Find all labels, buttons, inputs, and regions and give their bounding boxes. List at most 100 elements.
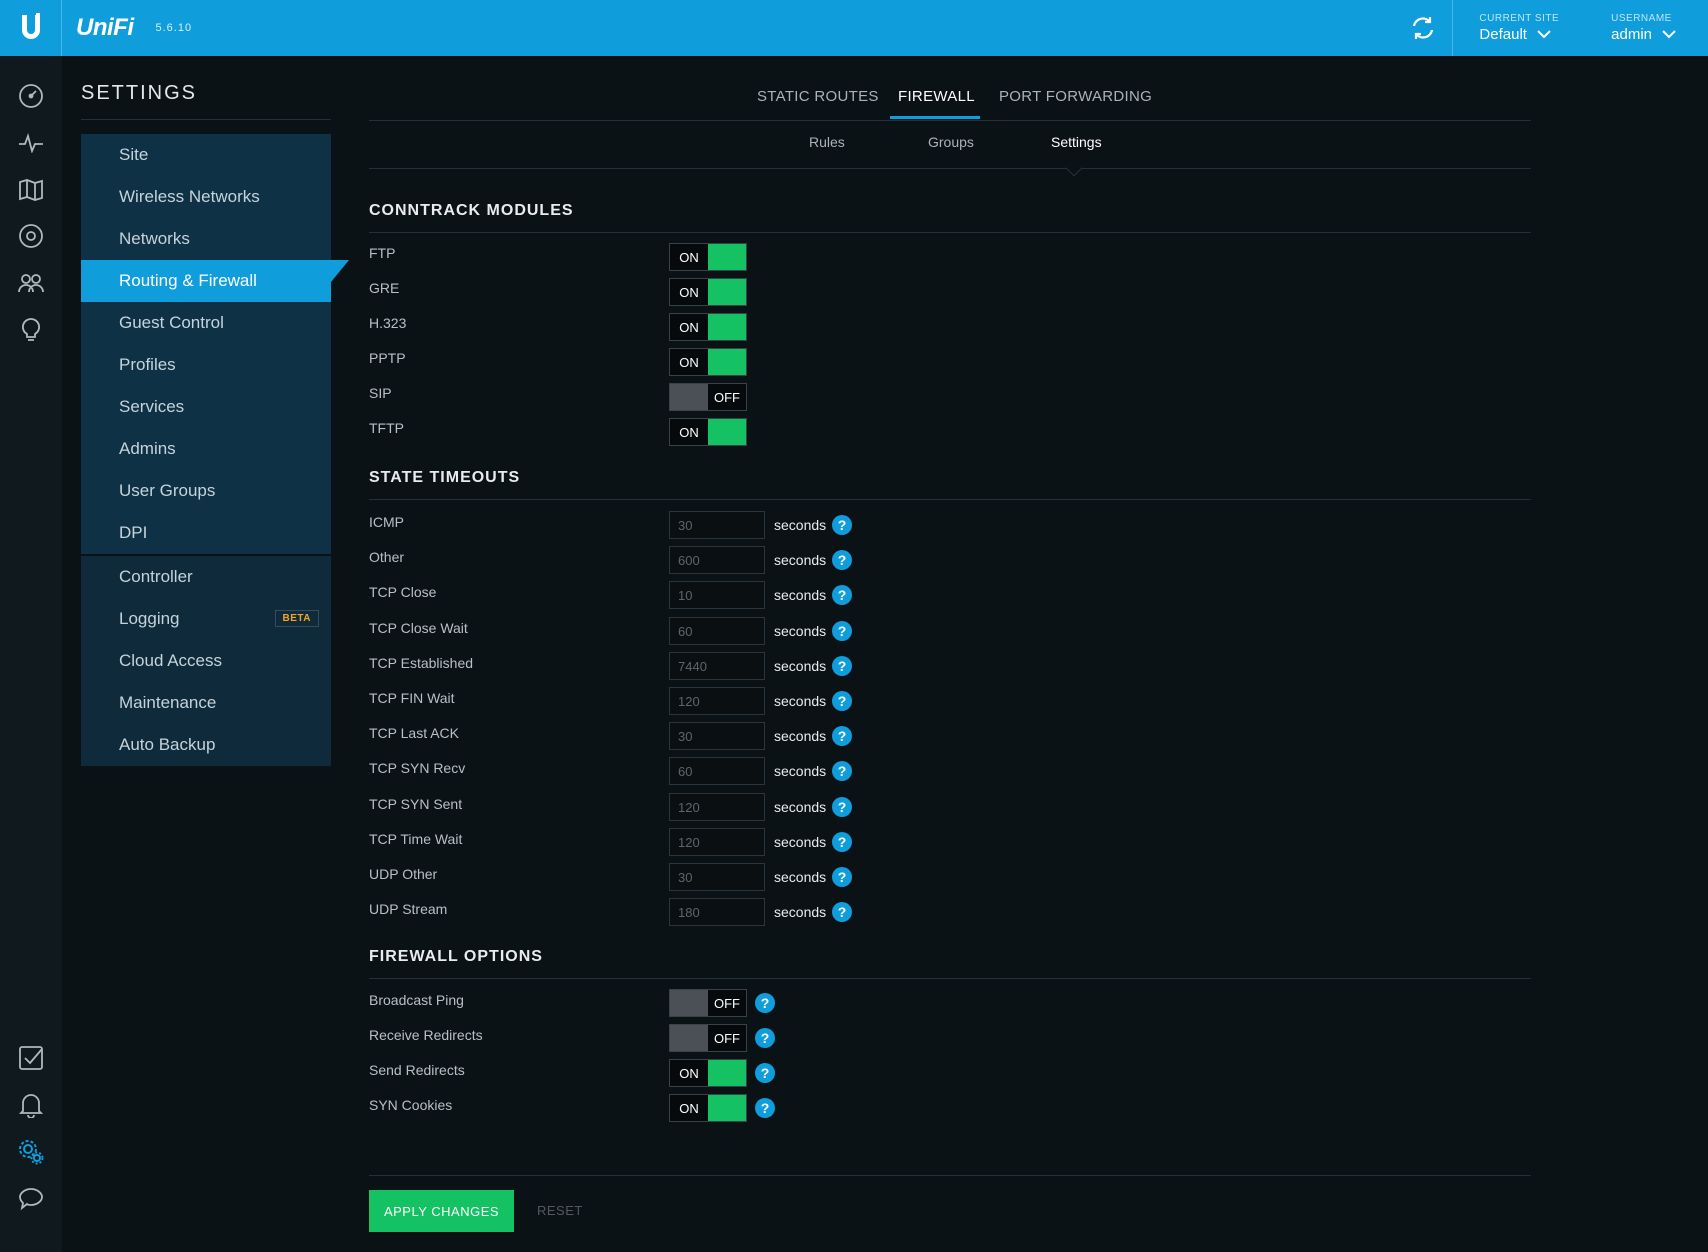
help-icon[interactable]: ?	[832, 585, 852, 605]
timeout-input[interactable]: 600	[669, 546, 765, 574]
conntrack-pptp-toggle[interactable]: ON	[669, 348, 747, 376]
help-icon[interactable]: ?	[832, 726, 852, 746]
nav-item-networks[interactable]: Networks	[81, 218, 331, 260]
tab-port-forwarding[interactable]: PORT FORWARDING	[999, 88, 1152, 105]
unit-label: seconds	[774, 834, 827, 850]
nav-item-admins[interactable]: Admins	[81, 428, 331, 470]
toggle-knob	[670, 384, 708, 410]
help-icon[interactable]: ?	[832, 867, 852, 887]
receive-redirects-toggle[interactable]: OFF	[669, 1024, 747, 1052]
timeout-label: TCP Close Wait	[369, 620, 468, 636]
settings-nav-group-controller: Controller Logging BETA Cloud Access Mai…	[81, 556, 331, 766]
timeout-input[interactable]: 120	[669, 793, 765, 821]
subtab-settings[interactable]: Settings	[1051, 134, 1102, 150]
nav-item-wireless-networks[interactable]: Wireless Networks	[81, 176, 331, 218]
nav-item-auto-backup[interactable]: Auto Backup	[81, 724, 331, 766]
help-icon[interactable]: ?	[832, 550, 852, 570]
apply-changes-button[interactable]: APPLY CHANGES	[369, 1190, 514, 1232]
help-icon[interactable]: ?	[832, 515, 852, 535]
firewall-option-label: SYN Cookies	[369, 1097, 453, 1113]
firewall-option-label: Receive Redirects	[369, 1027, 483, 1043]
current-site-selector[interactable]: CURRENT SITE Default	[1453, 0, 1585, 56]
firewall-option-label: Broadcast Ping	[369, 992, 464, 1008]
toggle-state: ON	[679, 249, 699, 265]
statistics-icon[interactable]	[17, 129, 45, 157]
help-icon[interactable]: ?	[832, 691, 852, 711]
alerts-icon[interactable]	[17, 1091, 45, 1119]
tab-static-routes[interactable]: STATIC ROUTES	[757, 88, 879, 105]
syn-cookies-toggle[interactable]: ON	[669, 1094, 747, 1122]
ubiquiti-logo-icon[interactable]	[0, 0, 62, 56]
toggle-knob	[708, 1060, 746, 1086]
settings-nav-group-site: Site Wireless Networks Networks Routing …	[81, 134, 331, 554]
help-icon[interactable]: ?	[755, 1063, 775, 1083]
help-icon[interactable]: ?	[832, 832, 852, 852]
conntrack-h323-toggle[interactable]: ON	[669, 313, 747, 341]
events-icon[interactable]	[17, 1044, 45, 1072]
conntrack-label: TFTP	[369, 420, 404, 436]
timeout-input[interactable]: 30	[669, 722, 765, 750]
timeout-input[interactable]: 60	[669, 757, 765, 785]
nav-item-dpi[interactable]: DPI	[81, 512, 331, 554]
insights-icon[interactable]	[17, 316, 45, 344]
version-label: 5.6.10	[155, 22, 193, 34]
timeout-input[interactable]: 180	[669, 898, 765, 926]
devices-icon[interactable]	[17, 222, 45, 250]
conntrack-ftp-toggle[interactable]: ON	[669, 243, 747, 271]
timeout-label: TCP SYN Recv	[369, 760, 466, 776]
toggle-state: OFF	[714, 995, 740, 1011]
help-icon[interactable]: ?	[832, 902, 852, 922]
timeout-input[interactable]: 7440	[669, 652, 765, 680]
nav-item-profiles[interactable]: Profiles	[81, 344, 331, 386]
nav-item-services[interactable]: Services	[81, 386, 331, 428]
refresh-icon[interactable]	[1393, 0, 1454, 56]
nav-item-user-groups[interactable]: User Groups	[81, 470, 331, 512]
reset-button[interactable]: RESET	[537, 1203, 583, 1218]
nav-item-maintenance[interactable]: Maintenance	[81, 682, 331, 724]
broadcast-ping-toggle[interactable]: OFF	[669, 989, 747, 1017]
nav-item-site[interactable]: Site	[81, 134, 331, 176]
map-icon[interactable]	[17, 176, 45, 204]
conntrack-gre-toggle[interactable]: ON	[669, 278, 747, 306]
username-selector[interactable]: USERNAME admin	[1585, 0, 1708, 56]
timeout-input[interactable]: 120	[669, 828, 765, 856]
unit-label: seconds	[774, 869, 827, 885]
timeout-input[interactable]: 30	[669, 863, 765, 891]
settings-icon[interactable]	[17, 1138, 45, 1166]
tab-firewall[interactable]: FIREWALL	[898, 88, 975, 105]
nav-item-guest-control[interactable]: Guest Control	[81, 302, 331, 344]
toggle-knob	[670, 990, 708, 1016]
nav-item-logging[interactable]: Logging BETA	[81, 598, 331, 640]
help-icon[interactable]: ?	[832, 797, 852, 817]
help-icon[interactable]: ?	[832, 761, 852, 781]
conntrack-sip-toggle[interactable]: OFF	[669, 383, 747, 411]
help-icon[interactable]: ?	[832, 621, 852, 641]
conntrack-label: GRE	[369, 280, 400, 296]
help-icon[interactable]: ?	[755, 1098, 775, 1118]
chevron-down-icon	[1662, 30, 1676, 39]
dashboard-icon[interactable]	[17, 82, 45, 110]
chat-icon[interactable]	[17, 1185, 45, 1213]
timeout-input[interactable]: 60	[669, 617, 765, 645]
help-icon[interactable]: ?	[832, 656, 852, 676]
nav-item-cloud-access[interactable]: Cloud Access	[81, 640, 331, 682]
help-icon[interactable]: ?	[755, 993, 775, 1013]
conntrack-label: PPTP	[369, 350, 406, 366]
toggle-state: ON	[679, 1100, 699, 1116]
timeout-input[interactable]: 10	[669, 581, 765, 609]
timeout-input[interactable]: 30	[669, 511, 765, 539]
conntrack-tftp-toggle[interactable]: ON	[669, 418, 747, 446]
subtab-rules[interactable]: Rules	[809, 134, 845, 150]
toggle-state: ON	[679, 424, 699, 440]
clients-icon[interactable]	[17, 269, 45, 297]
nav-item-routing-firewall[interactable]: Routing & Firewall	[81, 260, 331, 302]
help-icon[interactable]: ?	[755, 1028, 775, 1048]
send-redirects-toggle[interactable]: ON	[669, 1059, 747, 1087]
timeout-input[interactable]: 120	[669, 687, 765, 715]
current-site-label: CURRENT SITE	[1479, 13, 1560, 24]
nav-item-controller[interactable]: Controller	[81, 556, 331, 598]
active-tab-indicator	[890, 116, 980, 119]
timeout-label: ICMP	[369, 514, 404, 530]
timeout-label: TCP FIN Wait	[369, 690, 455, 706]
subtab-groups[interactable]: Groups	[928, 134, 974, 150]
